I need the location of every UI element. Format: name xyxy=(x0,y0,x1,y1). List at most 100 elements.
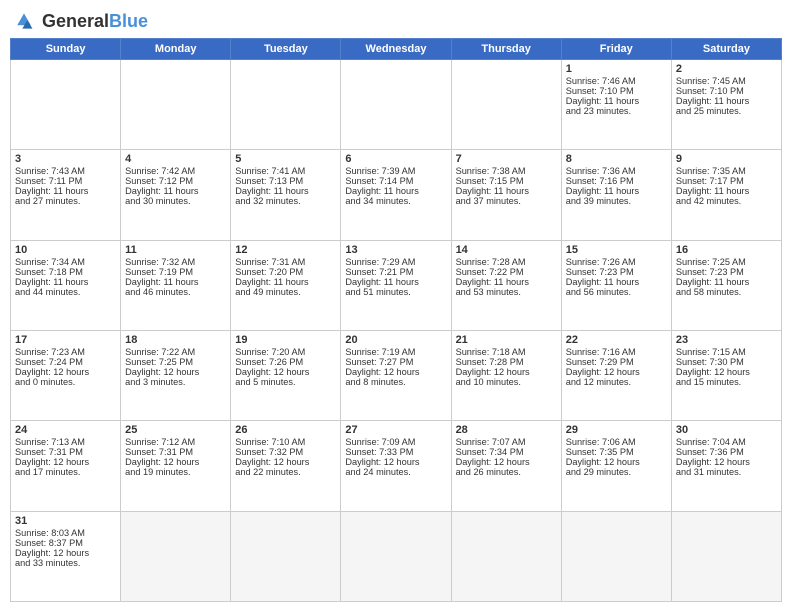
calendar-cell: 12Sunrise: 7:31 AMSunset: 7:20 PMDayligh… xyxy=(231,240,341,330)
day-info: Sunrise: 7:16 AM xyxy=(566,347,667,357)
calendar-cell: 25Sunrise: 7:12 AMSunset: 7:31 PMDayligh… xyxy=(121,421,231,511)
day-number: 24 xyxy=(15,424,116,436)
calendar-week-row: 10Sunrise: 7:34 AMSunset: 7:18 PMDayligh… xyxy=(11,240,782,330)
day-info: and 12 minutes. xyxy=(566,377,667,387)
day-info: Sunrise: 7:26 AM xyxy=(566,257,667,267)
day-info: and 56 minutes. xyxy=(566,287,667,297)
calendar-cell: 9Sunrise: 7:35 AMSunset: 7:17 PMDaylight… xyxy=(671,150,781,240)
calendar-cell: 5Sunrise: 7:41 AMSunset: 7:13 PMDaylight… xyxy=(231,150,341,240)
day-info: Sunrise: 7:34 AM xyxy=(15,257,116,267)
day-info: Sunset: 7:13 PM xyxy=(235,176,336,186)
calendar-cell: 21Sunrise: 7:18 AMSunset: 7:28 PMDayligh… xyxy=(451,330,561,420)
calendar-cell: 10Sunrise: 7:34 AMSunset: 7:18 PMDayligh… xyxy=(11,240,121,330)
day-info: and 31 minutes. xyxy=(676,467,777,477)
day-number: 1 xyxy=(566,63,667,75)
day-number: 13 xyxy=(345,244,446,256)
day-info: Sunset: 7:14 PM xyxy=(345,176,446,186)
day-info: Daylight: 11 hours xyxy=(676,96,777,106)
calendar-cell xyxy=(671,511,781,601)
calendar-cell xyxy=(231,60,341,150)
calendar-cell: 6Sunrise: 7:39 AMSunset: 7:14 PMDaylight… xyxy=(341,150,451,240)
day-info: and 26 minutes. xyxy=(456,467,557,477)
day-info: Daylight: 12 hours xyxy=(456,367,557,377)
calendar-cell: 26Sunrise: 7:10 AMSunset: 7:32 PMDayligh… xyxy=(231,421,341,511)
day-info: and 15 minutes. xyxy=(676,377,777,387)
calendar-cell: 29Sunrise: 7:06 AMSunset: 7:35 PMDayligh… xyxy=(561,421,671,511)
day-info: Sunset: 7:17 PM xyxy=(676,176,777,186)
day-info: and 51 minutes. xyxy=(345,287,446,297)
day-info: Sunrise: 7:06 AM xyxy=(566,437,667,447)
calendar-week-row: 17Sunrise: 7:23 AMSunset: 7:24 PMDayligh… xyxy=(11,330,782,420)
day-info: and 5 minutes. xyxy=(235,377,336,387)
day-number: 22 xyxy=(566,334,667,346)
day-info: and 37 minutes. xyxy=(456,196,557,206)
day-info: Daylight: 11 hours xyxy=(125,277,226,287)
day-number: 11 xyxy=(125,244,226,256)
day-number: 2 xyxy=(676,63,777,75)
day-header-monday: Monday xyxy=(121,39,231,60)
day-info: Daylight: 11 hours xyxy=(566,186,667,196)
day-info: Sunset: 7:21 PM xyxy=(345,267,446,277)
day-number: 9 xyxy=(676,153,777,165)
day-header-tuesday: Tuesday xyxy=(231,39,341,60)
calendar-cell: 14Sunrise: 7:28 AMSunset: 7:22 PMDayligh… xyxy=(451,240,561,330)
day-info: and 29 minutes. xyxy=(566,467,667,477)
calendar-cell: 28Sunrise: 7:07 AMSunset: 7:34 PMDayligh… xyxy=(451,421,561,511)
calendar-cell: 18Sunrise: 7:22 AMSunset: 7:25 PMDayligh… xyxy=(121,330,231,420)
day-info: Daylight: 11 hours xyxy=(15,277,116,287)
day-info: Sunrise: 7:10 AM xyxy=(235,437,336,447)
day-info: and 44 minutes. xyxy=(15,287,116,297)
day-info: Sunset: 7:28 PM xyxy=(456,357,557,367)
calendar-cell xyxy=(231,511,341,601)
day-info: Sunrise: 7:45 AM xyxy=(676,76,777,86)
day-info: Sunrise: 7:46 AM xyxy=(566,76,667,86)
day-number: 20 xyxy=(345,334,446,346)
day-info: Daylight: 12 hours xyxy=(566,367,667,377)
header: GeneralBlue xyxy=(10,10,782,32)
calendar-cell: 30Sunrise: 7:04 AMSunset: 7:36 PMDayligh… xyxy=(671,421,781,511)
day-info: Daylight: 11 hours xyxy=(456,277,557,287)
day-info: Sunset: 7:36 PM xyxy=(676,447,777,457)
day-info: and 33 minutes. xyxy=(15,558,116,568)
day-number: 8 xyxy=(566,153,667,165)
calendar-cell: 8Sunrise: 7:36 AMSunset: 7:16 PMDaylight… xyxy=(561,150,671,240)
day-info: and 22 minutes. xyxy=(235,467,336,477)
day-info: Sunrise: 7:29 AM xyxy=(345,257,446,267)
calendar-table: SundayMondayTuesdayWednesdayThursdayFrid… xyxy=(10,38,782,602)
day-info: Sunset: 7:19 PM xyxy=(125,267,226,277)
day-number: 10 xyxy=(15,244,116,256)
day-info: Sunset: 7:29 PM xyxy=(566,357,667,367)
day-info: Sunrise: 7:12 AM xyxy=(125,437,226,447)
calendar-cell: 24Sunrise: 7:13 AMSunset: 7:31 PMDayligh… xyxy=(11,421,121,511)
day-info: and 27 minutes. xyxy=(15,196,116,206)
day-info: Sunset: 7:20 PM xyxy=(235,267,336,277)
day-info: Sunset: 7:33 PM xyxy=(345,447,446,457)
day-info: Sunset: 7:26 PM xyxy=(235,357,336,367)
calendar-cell xyxy=(11,60,121,150)
day-info: Sunrise: 7:18 AM xyxy=(456,347,557,357)
day-info: Sunrise: 7:32 AM xyxy=(125,257,226,267)
calendar-cell xyxy=(451,511,561,601)
day-number: 6 xyxy=(345,153,446,165)
calendar-cell xyxy=(121,60,231,150)
calendar-week-row: 31Sunrise: 8:03 AMSunset: 8:37 PMDayligh… xyxy=(11,511,782,601)
calendar-cell: 4Sunrise: 7:42 AMSunset: 7:12 PMDaylight… xyxy=(121,150,231,240)
calendar-cell: 2Sunrise: 7:45 AMSunset: 7:10 PMDaylight… xyxy=(671,60,781,150)
day-number: 18 xyxy=(125,334,226,346)
day-info: Sunrise: 7:42 AM xyxy=(125,166,226,176)
day-info: Sunrise: 7:39 AM xyxy=(345,166,446,176)
day-info: Sunrise: 8:03 AM xyxy=(15,528,116,538)
day-info: Sunset: 7:23 PM xyxy=(566,267,667,277)
day-info: Daylight: 12 hours xyxy=(235,457,336,467)
day-info: Sunset: 7:18 PM xyxy=(15,267,116,277)
day-info: Sunset: 7:31 PM xyxy=(125,447,226,457)
day-info: Sunset: 7:34 PM xyxy=(456,447,557,457)
day-info: Sunset: 8:37 PM xyxy=(15,538,116,548)
day-info: Sunset: 7:15 PM xyxy=(456,176,557,186)
day-info: Daylight: 12 hours xyxy=(15,457,116,467)
day-info: and 8 minutes. xyxy=(345,377,446,387)
day-number: 16 xyxy=(676,244,777,256)
calendar-cell: 31Sunrise: 8:03 AMSunset: 8:37 PMDayligh… xyxy=(11,511,121,601)
day-number: 30 xyxy=(676,424,777,436)
calendar-cell: 13Sunrise: 7:29 AMSunset: 7:21 PMDayligh… xyxy=(341,240,451,330)
